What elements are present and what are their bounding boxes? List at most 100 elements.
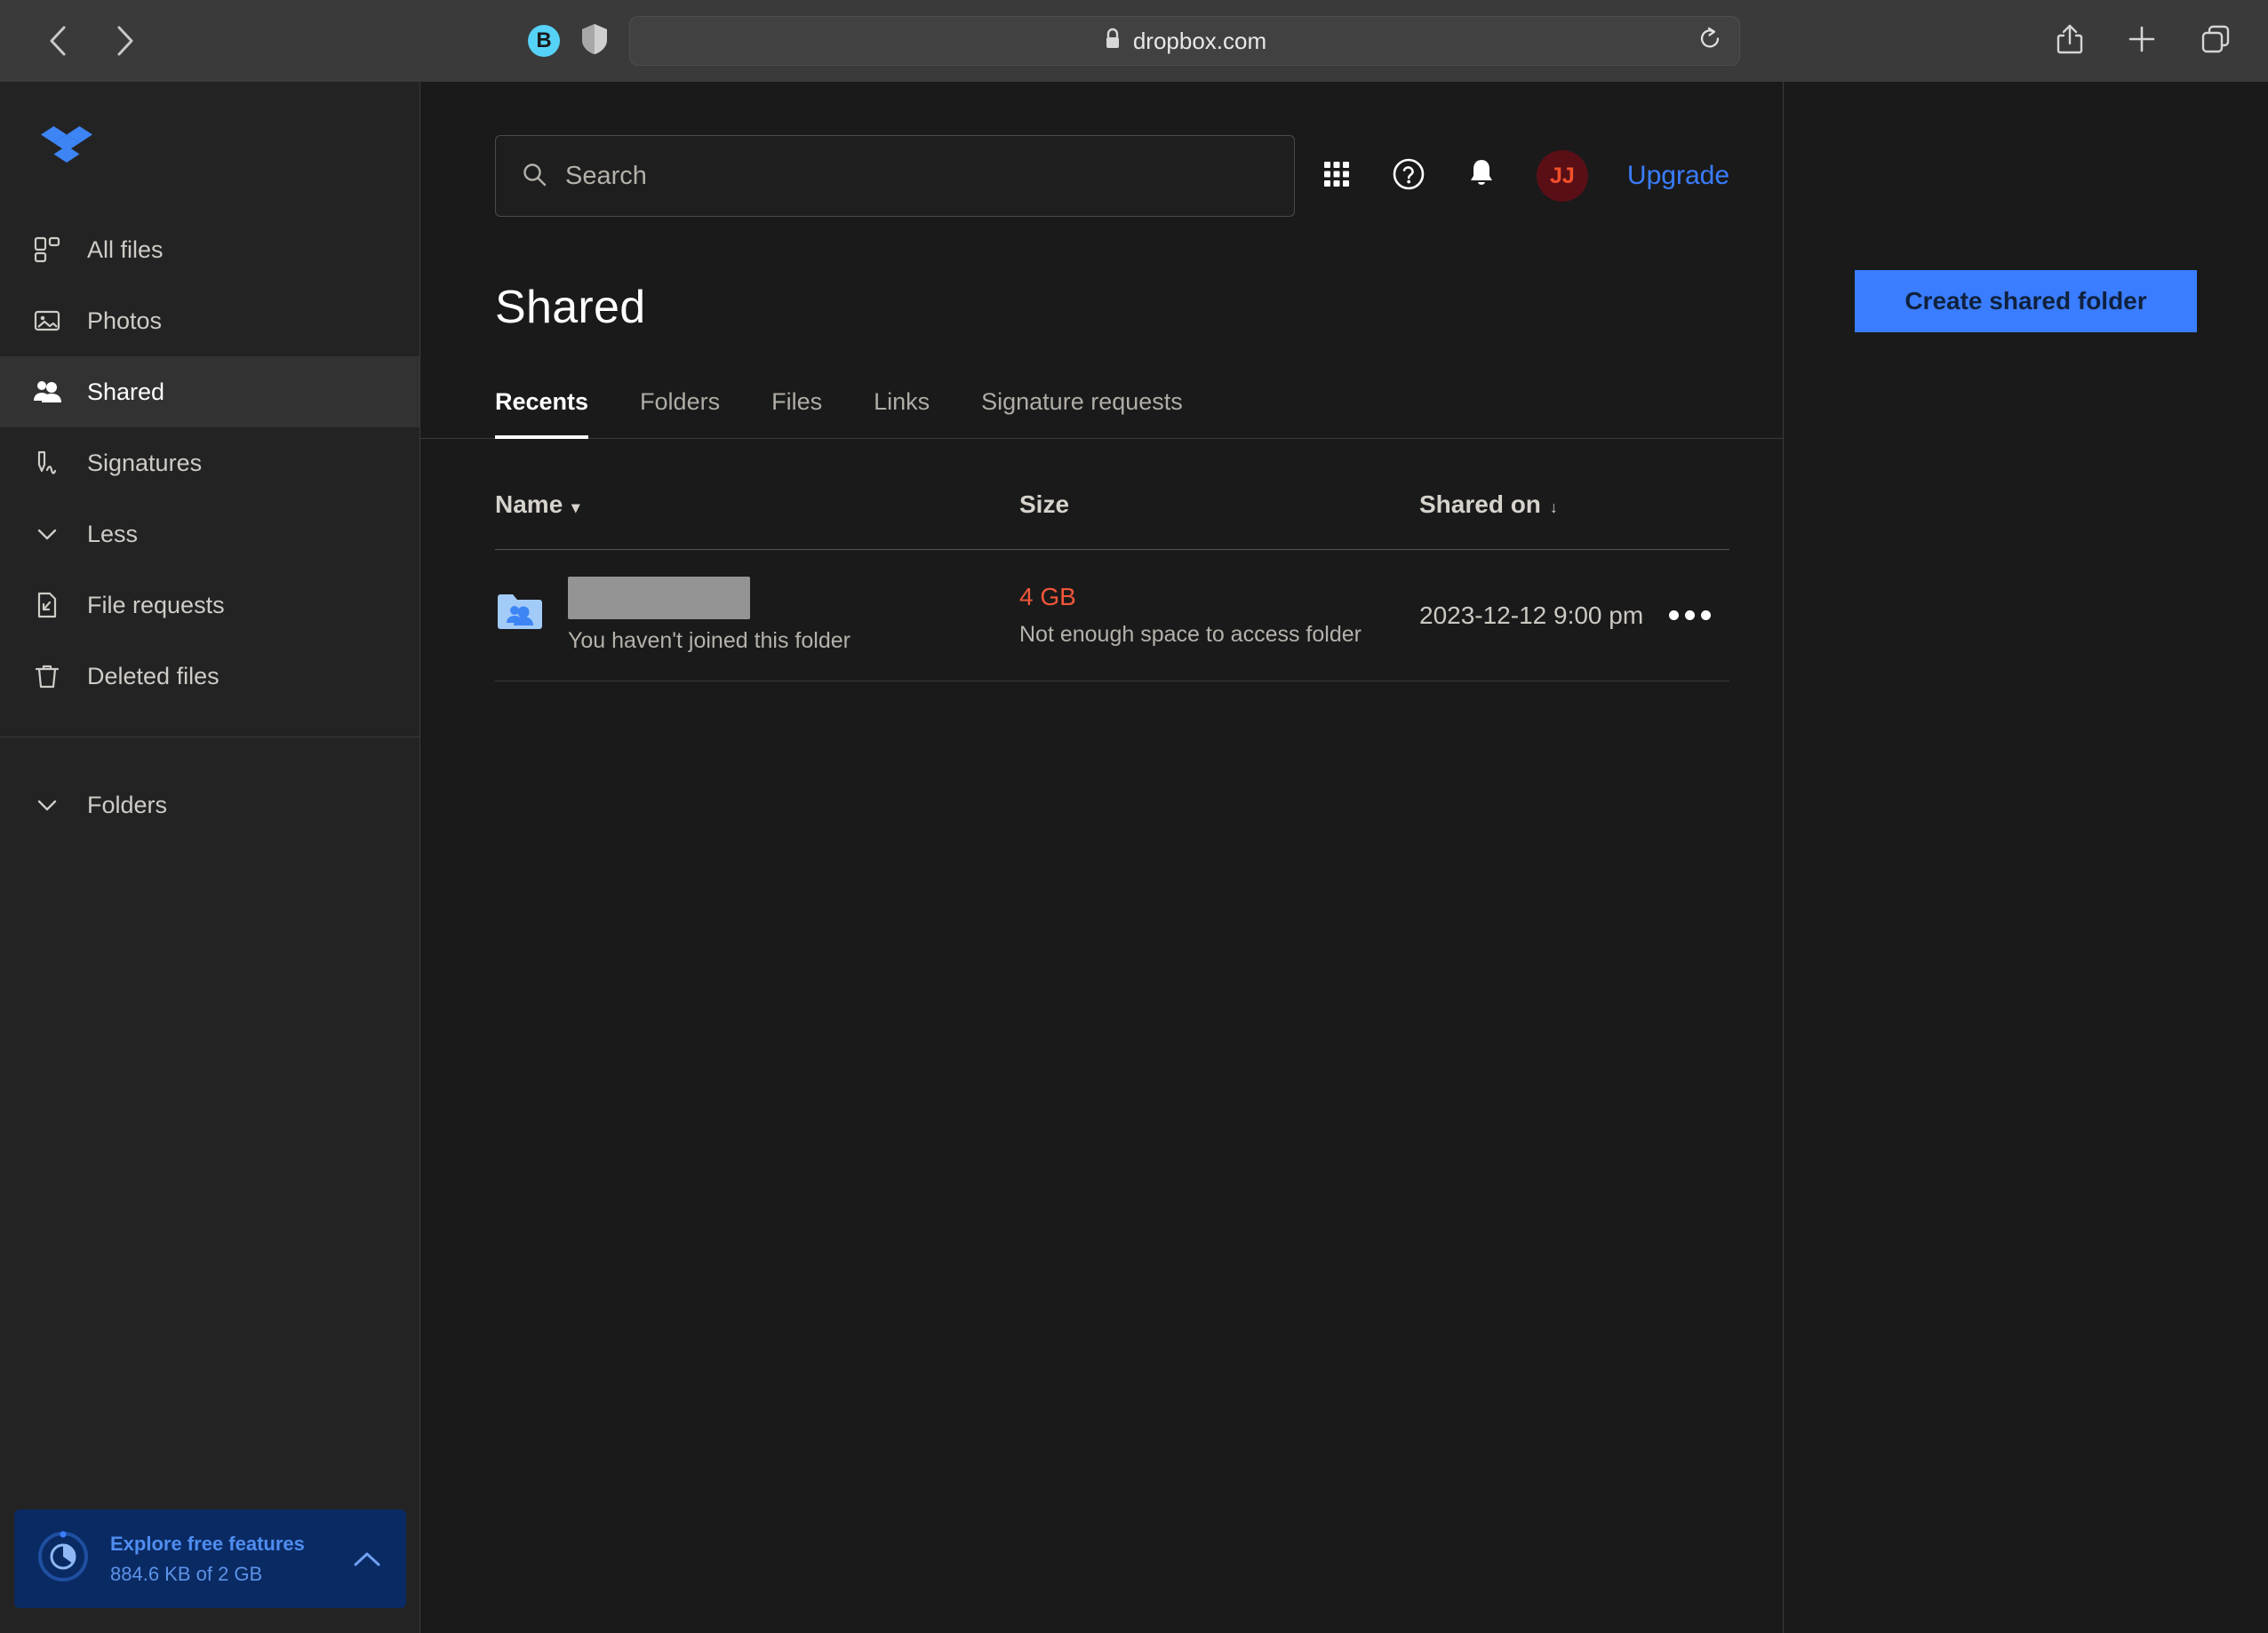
sidebar-item-photos[interactable]: Photos: [0, 285, 419, 356]
cell-shared-on: 2023-12-12 9:00 pm: [1419, 549, 1649, 681]
dot: [1700, 610, 1711, 620]
search-input[interactable]: Search: [495, 135, 1295, 217]
new-tab-button[interactable]: [2126, 23, 2158, 60]
share-button[interactable]: [2055, 21, 2085, 61]
tabs-overview-button[interactable]: [2199, 22, 2232, 60]
header-actions: JJ Upgrade: [1322, 150, 1729, 202]
sidebar-item-signatures[interactable]: Signatures: [0, 427, 419, 498]
storage-text: Explore free features 884.6 KB of 2 GB: [110, 1533, 330, 1586]
search-placeholder: Search: [565, 161, 647, 190]
sidebar-item-folders[interactable]: Folders: [0, 769, 419, 840]
column-header-size-label: Size: [1019, 490, 1070, 518]
size-note: Not enough space to access folder: [1019, 622, 1362, 647]
column-header-size[interactable]: Size: [1019, 439, 1419, 550]
sidebar-item-shared[interactable]: Shared: [0, 356, 419, 427]
sidebar-item-deleted-files[interactable]: Deleted files: [0, 641, 419, 712]
shared-folder-icon: [495, 590, 545, 641]
help-button[interactable]: [1391, 156, 1426, 196]
search-icon: [521, 161, 547, 192]
name-cell-content: You haven't joined this folder: [495, 577, 1019, 654]
chevron-up-icon[interactable]: [349, 1547, 385, 1572]
column-header-shared-on[interactable]: Shared on ↓: [1419, 439, 1649, 550]
share-icon: [2055, 21, 2085, 61]
column-header-shared-on-label: Shared on: [1419, 490, 1541, 518]
column-header-name[interactable]: Name ▾: [495, 439, 1019, 550]
tab-links[interactable]: Links: [874, 388, 930, 439]
bell-icon: [1465, 156, 1497, 196]
sidebar-folders-label: Folders: [87, 791, 168, 818]
cell-actions: [1649, 549, 1729, 681]
storage-card[interactable]: Explore free features 884.6 KB of 2 GB: [14, 1510, 406, 1608]
sidebar-item-label: Deleted files: [87, 662, 220, 689]
more-options-icon[interactable]: [1649, 610, 1729, 620]
help-circle-icon: [1391, 156, 1426, 196]
sidebar: All files Photos Shared Signatures Less …: [0, 82, 420, 1633]
file-table-wrap: Name ▾ Size Shared on ↓ You haven't join…: [420, 439, 1783, 681]
url-text: dropbox.com: [1132, 27, 1267, 54]
sidebar-item-label: Signatures: [87, 449, 203, 476]
chevron-down-icon: [30, 517, 64, 551]
sidebar-item-label: Less: [87, 520, 139, 547]
sidebar-nav: All files Photos Shared Signatures Less …: [0, 214, 419, 840]
sidebar-item-label: Shared: [87, 378, 165, 405]
avatar[interactable]: JJ: [1536, 150, 1588, 202]
sidebar-folders-section: Folders: [0, 737, 419, 840]
dropbox-logo[interactable]: [0, 82, 419, 214]
reload-button[interactable]: [1697, 26, 1723, 57]
shield-icon[interactable]: [579, 21, 610, 61]
content-header: Search JJ Upgrade: [420, 82, 1783, 217]
tab-recents[interactable]: Recents: [495, 388, 589, 439]
sort-arrow-icon: ↓: [1549, 498, 1558, 516]
table-header-row: Name ▾ Size Shared on ↓: [495, 439, 1729, 550]
sidebar-item-less[interactable]: Less: [0, 498, 419, 570]
content-tabs: Recents Folders Files Links Signature re…: [420, 334, 1783, 439]
create-shared-folder-button[interactable]: Create shared folder: [1855, 270, 2197, 332]
right-panel: Create shared folder: [1784, 82, 2268, 1633]
column-header-name-label: Name: [495, 490, 563, 518]
all-files-icon: [30, 233, 64, 267]
shared-people-icon: [30, 375, 64, 409]
sidebar-item-label: File requests: [87, 591, 225, 618]
page-title: Shared: [495, 282, 646, 333]
signature-pen-icon: [30, 446, 64, 480]
browser-nav-buttons: [39, 21, 144, 60]
app-shell: All files Photos Shared Signatures Less …: [0, 82, 2268, 1633]
sidebar-item-label: All files: [87, 235, 164, 263]
notifications-button[interactable]: [1465, 156, 1497, 196]
tab-files[interactable]: Files: [771, 388, 822, 439]
folder-name-redacted: [568, 577, 750, 619]
back-button[interactable]: [39, 21, 78, 60]
file-request-icon: [30, 588, 64, 622]
browser-actions: [2055, 21, 2241, 61]
chevron-down-icon: [30, 788, 64, 822]
dot: [1668, 610, 1679, 620]
storage-title: Explore free features: [110, 1532, 305, 1555]
lock-icon: [1103, 28, 1122, 55]
sort-caret-icon: ▾: [571, 498, 580, 516]
chevron-right-icon: [112, 23, 137, 59]
forward-button[interactable]: [105, 21, 144, 60]
dot: [1684, 610, 1695, 620]
url-bar[interactable]: dropbox.com: [629, 16, 1740, 66]
browser-toolbar: B dropbox.com: [0, 0, 2268, 82]
trash-icon: [30, 659, 64, 693]
url-content: dropbox.com: [1103, 28, 1266, 55]
table-row[interactable]: You haven't joined this folder 4 GB Not …: [495, 549, 1729, 681]
photos-icon: [30, 304, 64, 338]
tab-signature-requests[interactable]: Signature requests: [981, 388, 1183, 439]
size-value: 4 GB: [1019, 583, 1076, 610]
apps-grid-button[interactable]: [1322, 159, 1352, 194]
tab-folders[interactable]: Folders: [640, 388, 720, 439]
sidebar-item-file-requests[interactable]: File requests: [0, 570, 419, 641]
sidebar-item-label: Photos: [87, 307, 163, 334]
column-header-actions: [1649, 439, 1729, 550]
browser-address-area: B dropbox.com: [427, 16, 1841, 66]
apps-grid-icon: [1322, 159, 1352, 194]
plus-icon: [2126, 23, 2158, 60]
chevron-left-icon: [46, 23, 71, 59]
extension-badge-icon[interactable]: B: [528, 25, 560, 57]
storage-usage: 884.6 KB of 2 GB: [110, 1562, 263, 1585]
sidebar-item-all-files[interactable]: All files: [0, 214, 419, 285]
upgrade-link[interactable]: Upgrade: [1627, 161, 1729, 191]
table-body: You haven't joined this folder 4 GB Not …: [495, 549, 1729, 681]
